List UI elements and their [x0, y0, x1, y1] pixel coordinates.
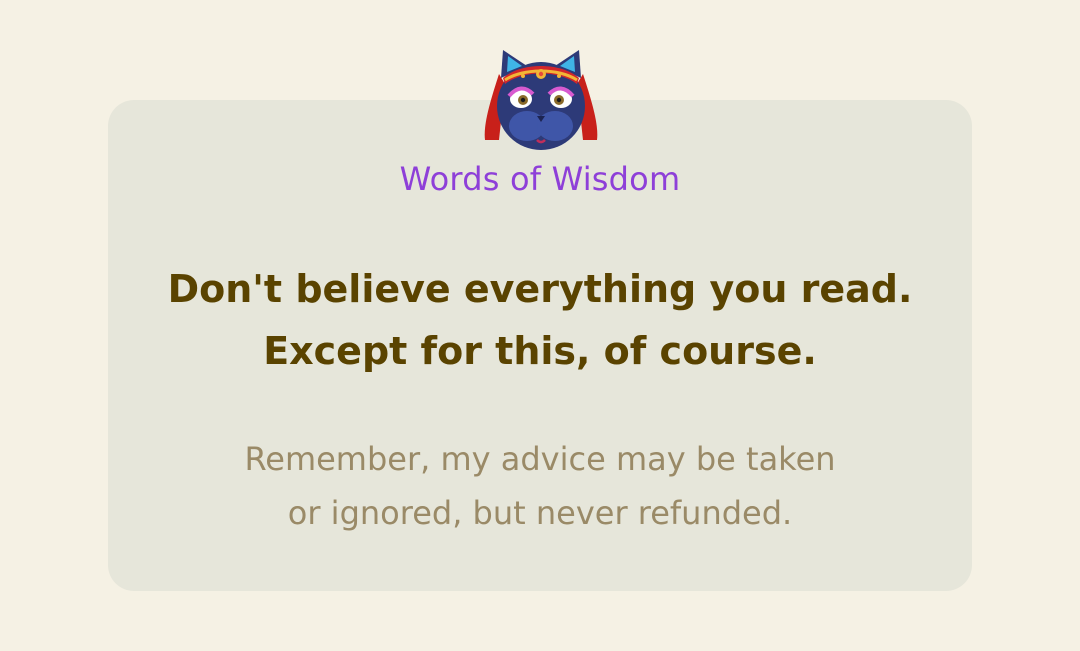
quote-line-2: Except for this, of course.	[263, 329, 817, 373]
fortune-teller-cat-icon	[477, 44, 605, 156]
wisdom-quote: Don't believe everything you read. Excep…	[108, 258, 972, 382]
footnote-line-1: Remember, my advice may be taken	[244, 440, 836, 478]
footnote-line-2: or ignored, but never refunded.	[287, 494, 793, 532]
wisdom-footnote: Remember, my advice may be taken or igno…	[108, 432, 972, 540]
page-title: Words of Wisdom	[399, 160, 681, 198]
quote-line-1: Don't believe everything you read.	[167, 267, 913, 311]
